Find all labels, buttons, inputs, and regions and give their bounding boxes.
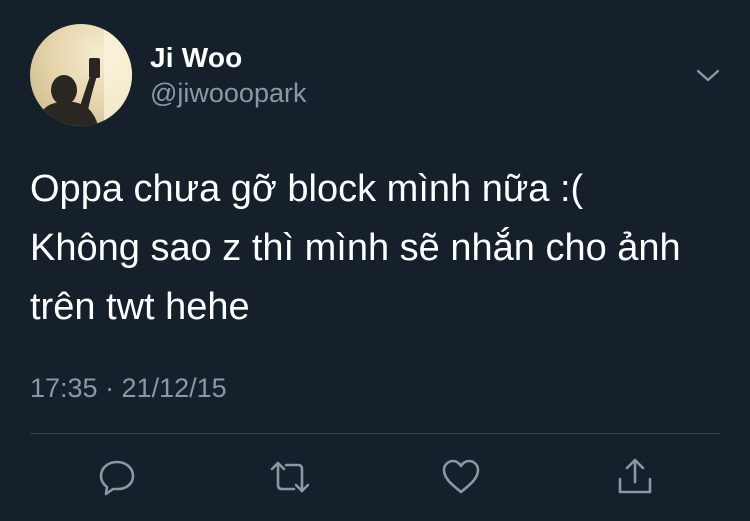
tweet-text-line: Không sao z thì mình sẽ nhắn cho ảnh	[30, 227, 681, 269]
share-icon[interactable]	[613, 455, 657, 499]
author-display-name[interactable]: Ji Woo	[150, 42, 242, 74]
tweet-timestamp[interactable]: 17:35 · 21/12/15	[30, 373, 227, 404]
reply-icon[interactable]	[95, 455, 139, 499]
tweet-text-line: Oppa chưa gỡ block mình nữa :(	[30, 168, 584, 210]
tweet-card: Ji Woo @jiwooopark Oppa chưa gỡ block mì…	[0, 0, 750, 521]
divider	[30, 433, 720, 434]
retweet-icon[interactable]	[268, 455, 312, 499]
tweet-text-line: trên twt hehe	[30, 286, 250, 328]
chevron-down-icon[interactable]	[692, 60, 724, 92]
avatar[interactable]	[30, 24, 132, 126]
tweet-text: Oppa chưa gỡ block mình nữa :( Không sao…	[30, 160, 730, 337]
heart-icon[interactable]	[439, 455, 483, 499]
author-handle[interactable]: @jiwooopark	[150, 78, 306, 109]
tweet-action-bar	[0, 455, 750, 499]
avatar-silhouette-image	[36, 24, 132, 126]
